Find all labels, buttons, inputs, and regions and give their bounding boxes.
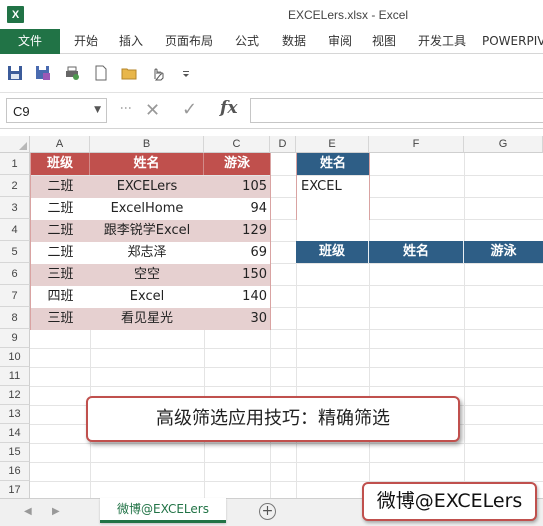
save-icon[interactable] <box>7 65 23 81</box>
row-header-7[interactable]: 7 <box>0 285 30 307</box>
enter-icon[interactable]: ✓ <box>182 99 197 120</box>
table-cell[interactable]: 69 <box>204 242 270 264</box>
ribbon-tabs: 文件 开始 插入 页面布局 公式 数据 审阅 视图 开发工具 POWERPIVO… <box>0 29 543 54</box>
quick-access-toolbar <box>0 55 543 93</box>
row-header-6[interactable]: 6 <box>0 263 30 285</box>
worksheet-grid[interactable]: A B C D E F G 1 2 3 4 5 6 7 8 9 10 11 12… <box>0 136 543 498</box>
table-cell[interactable]: 二班 <box>31 220 90 242</box>
table-cell[interactable]: 四班 <box>31 286 90 308</box>
output-header-name[interactable]: 姓名 <box>369 241 464 263</box>
gridline <box>464 153 465 498</box>
row-header-10[interactable]: 10 <box>0 348 30 367</box>
column-header-d[interactable]: D <box>270 136 296 153</box>
column-header-a[interactable]: A <box>30 136 90 153</box>
open-folder-icon[interactable] <box>121 65 137 81</box>
row-header-4[interactable]: 4 <box>0 219 30 241</box>
name-box-value: C9 <box>13 104 30 119</box>
insert-function-icon[interactable]: fx <box>220 98 237 118</box>
excel-logo-icon: X <box>7 6 24 23</box>
row-header-12[interactable]: 12 <box>0 386 30 405</box>
table-cell[interactable]: 跟李锐学Excel <box>90 220 204 242</box>
gridline <box>30 348 543 349</box>
criteria-header-name[interactable]: 姓名 <box>297 153 369 175</box>
output-header-swim[interactable]: 游泳 <box>464 241 543 263</box>
formula-bar: C9 ▼ ⋮ ✕ ✓ fx <box>0 94 543 129</box>
tab-developer[interactable]: 开发工具 <box>412 29 472 54</box>
new-document-icon[interactable] <box>93 65 109 81</box>
table-cell[interactable]: 94 <box>204 198 270 220</box>
table-cell[interactable]: 郑志泽 <box>90 242 204 264</box>
tab-formulas[interactable]: 公式 <box>229 29 265 54</box>
title-bar: X EXCELers.xlsx - Excel <box>0 0 543 29</box>
column-header-b[interactable]: B <box>90 136 204 153</box>
row-header-14[interactable]: 14 <box>0 424 30 443</box>
table-cell[interactable]: 三班 <box>31 264 90 286</box>
table-cell[interactable]: 140 <box>204 286 270 308</box>
customize-dropdown-icon[interactable] <box>181 65 191 81</box>
criteria-blank-cell[interactable] <box>297 198 369 220</box>
table-cell[interactable]: 二班 <box>31 198 90 220</box>
table-cell[interactable]: ExcelHome <box>90 198 204 220</box>
row-header-13[interactable]: 13 <box>0 405 30 424</box>
table-cell[interactable]: 150 <box>204 264 270 286</box>
sheet-next-icon[interactable]: ▶ <box>52 506 60 517</box>
tab-page-layout[interactable]: 页面布局 <box>160 29 218 54</box>
tab-data[interactable]: 数据 <box>276 29 312 54</box>
sheet-tab[interactable]: 微博@EXCELers <box>100 498 226 523</box>
column-header-e[interactable]: E <box>296 136 369 153</box>
tab-powerpivot[interactable]: POWERPIVOT <box>482 29 543 54</box>
row-header-11[interactable]: 11 <box>0 367 30 386</box>
table-header-swim[interactable]: 游泳 <box>204 153 270 175</box>
row-header-2[interactable]: 2 <box>0 175 30 197</box>
name-box[interactable]: C9 ▼ <box>6 98 107 123</box>
touch-mode-icon[interactable] <box>150 65 166 81</box>
gridline <box>30 462 543 463</box>
table-header-name[interactable]: 姓名 <box>90 153 204 175</box>
row-header-15[interactable]: 15 <box>0 443 30 462</box>
chevron-down-icon[interactable]: ▼ <box>94 105 101 115</box>
select-all-corner[interactable] <box>0 136 30 153</box>
table-cell[interactable]: 129 <box>204 220 270 242</box>
table-cell[interactable]: 二班 <box>31 176 90 198</box>
watermark-badge: 微博@EXCELers <box>362 482 537 521</box>
row-header-1[interactable]: 1 <box>0 153 30 175</box>
gridline <box>30 443 543 444</box>
row-header-5[interactable]: 5 <box>0 241 30 263</box>
table-cell[interactable]: 看见星光 <box>90 308 204 330</box>
column-header-g[interactable]: G <box>464 136 543 153</box>
gridline <box>30 386 543 387</box>
gridline <box>30 367 543 368</box>
tab-home[interactable]: 开始 <box>68 29 104 54</box>
formula-bar-resize-handle[interactable]: ⋮ <box>119 102 133 112</box>
table-cell[interactable]: 三班 <box>31 308 90 330</box>
tab-review[interactable]: 审阅 <box>322 29 358 54</box>
cancel-icon[interactable]: ✕ <box>145 100 160 121</box>
sheet-prev-icon[interactable]: ◀ <box>24 506 32 517</box>
row-header-9[interactable]: 9 <box>0 329 30 348</box>
save-as-icon[interactable] <box>35 65 51 81</box>
title-banner: 高级筛选应用技巧：精确筛选 <box>86 396 460 442</box>
print-preview-icon[interactable] <box>64 65 80 81</box>
table-cell[interactable]: 105 <box>204 176 270 198</box>
row-header-17[interactable]: 17 <box>0 481 30 498</box>
row-header-8[interactable]: 8 <box>0 307 30 329</box>
column-header-f[interactable]: F <box>369 136 464 153</box>
row-header-16[interactable]: 16 <box>0 462 30 481</box>
output-header-class[interactable]: 班级 <box>296 241 369 263</box>
column-header-c[interactable]: C <box>204 136 270 153</box>
tab-insert[interactable]: 插入 <box>113 29 149 54</box>
table-header-class[interactable]: 班级 <box>31 153 90 175</box>
formula-input[interactable] <box>250 98 543 123</box>
table-cell[interactable]: Excel <box>90 286 204 308</box>
table-cell[interactable]: 空空 <box>90 264 204 286</box>
add-sheet-icon[interactable]: + <box>259 503 276 520</box>
window-title: EXCELers.xlsx - Excel <box>288 8 409 22</box>
table-cell[interactable]: 30 <box>204 308 270 330</box>
tab-file[interactable]: 文件 <box>0 29 60 54</box>
tab-view[interactable]: 视图 <box>366 29 402 54</box>
table-cell[interactable]: 二班 <box>31 242 90 264</box>
row-header-3[interactable]: 3 <box>0 197 30 219</box>
table-cell[interactable]: EXCELers <box>90 176 204 198</box>
criteria-value[interactable]: EXCEL <box>297 176 369 198</box>
